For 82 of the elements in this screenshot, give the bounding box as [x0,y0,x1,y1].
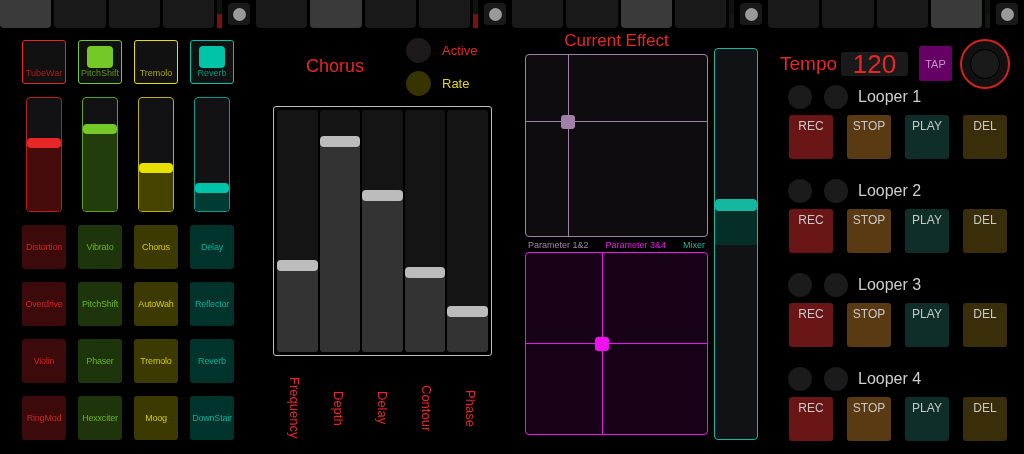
looper-button[interactable]: STOP [847,303,891,347]
channel-slider[interactable] [138,97,174,212]
effect-button[interactable]: Hexxciter [78,396,122,440]
xy-handle[interactable] [595,336,609,351]
looper-button[interactable]: STOP [847,209,891,253]
looper-button[interactable]: STOP [847,115,891,159]
indicator-label: Active [442,43,478,58]
effect-button[interactable]: Moog [134,396,178,440]
effect-button[interactable]: Tremolo [134,339,178,383]
slider-thumb[interactable] [195,183,229,194]
effect-button[interactable]: DownStair [190,396,234,440]
pad-label: Parameter 3&4 [605,239,667,250]
mixer-slider[interactable] [714,48,758,440]
looper-name: Looper 1 [858,88,922,106]
effect-title: Chorus [306,56,366,78]
looper-button[interactable]: DEL [963,115,1007,159]
tempo-display: 120 [841,51,908,76]
parameter-label: Frequency [287,377,303,439]
dot-button[interactable] [996,3,1019,25]
mixer-label: Mixer [683,239,705,250]
effect-button[interactable]: Distortion [22,225,66,269]
looper-button[interactable]: REC [789,115,833,159]
tap-button[interactable]: TAP [919,46,952,81]
parameter-label: Contour [418,384,434,432]
channel-slider[interactable] [26,97,62,212]
slider-thumb[interactable] [362,189,403,201]
parameter-slider[interactable] [404,110,446,352]
parameter-label: Delay [375,391,390,425]
slider-thumb[interactable] [139,163,173,174]
dot-button[interactable] [484,3,507,25]
channel-toggle[interactable]: Tremolo [134,40,178,84]
current-effect-title: Current Effect [563,30,670,52]
effect-button[interactable]: Vibrato [78,225,122,269]
looper-button[interactable]: PLAY [905,397,949,441]
effect-button[interactable]: Phaser [78,339,122,383]
looper-button[interactable]: STOP [847,397,891,441]
channel-slider[interactable] [194,97,230,212]
effect-button[interactable]: Violin [22,339,66,383]
round-button[interactable] [960,38,1010,89]
looper-name: Looper 3 [858,276,922,294]
looper-button[interactable]: PLAY [905,303,949,347]
looper-button[interactable]: REC [789,209,833,253]
effect-button[interactable]: PitchShift [78,282,122,326]
parameter-slider[interactable] [362,110,403,352]
slider-thumb[interactable] [715,199,757,211]
looper-name: Looper 4 [858,370,922,388]
looper-button[interactable]: REC [789,397,833,441]
slider-thumb[interactable] [83,123,117,134]
effect-button[interactable]: RingMod [22,396,66,440]
indicator-label: Rate [442,76,470,91]
dot-button[interactable] [740,3,763,25]
slider-thumb[interactable] [319,136,361,148]
looper-button[interactable]: DEL [963,303,1007,347]
slider-thumb[interactable] [447,305,488,317]
looper-button[interactable]: DEL [963,209,1007,253]
channel-toggle[interactable]: Reverb [190,40,234,84]
xy-pad[interactable] [525,252,708,435]
parameter-label: Phase [462,389,478,427]
looper-name: Looper 2 [858,182,922,200]
looper-button[interactable]: PLAY [905,115,949,159]
xy-handle[interactable] [560,115,575,129]
effect-button[interactable]: Chorus [134,225,178,269]
parameter-slider[interactable] [277,110,318,352]
xy-pad[interactable] [525,54,708,237]
effect-button[interactable]: Reflector [190,282,234,326]
slider-thumb[interactable] [404,267,446,279]
slider-thumb[interactable] [27,138,61,149]
looper-button[interactable]: REC [789,303,833,347]
parameter-label: Depth [331,390,347,426]
channel-toggle[interactable]: PitchShift [78,40,122,84]
parameter-slider[interactable] [447,110,488,352]
effect-button[interactable]: AutoWah [134,282,178,326]
tempo-label: Tempo [780,52,839,75]
effect-button[interactable]: Overdrive [22,282,66,326]
effect-button[interactable]: Delay [190,225,234,269]
effect-button[interactable]: Reverb [190,339,234,383]
dot-button[interactable] [228,3,251,25]
looper-button[interactable]: DEL [963,397,1007,441]
pad-label: Parameter 1&2 [528,239,589,250]
looper-button[interactable]: PLAY [905,209,949,253]
slider-thumb[interactable] [277,259,318,271]
channel-slider[interactable] [82,97,118,212]
